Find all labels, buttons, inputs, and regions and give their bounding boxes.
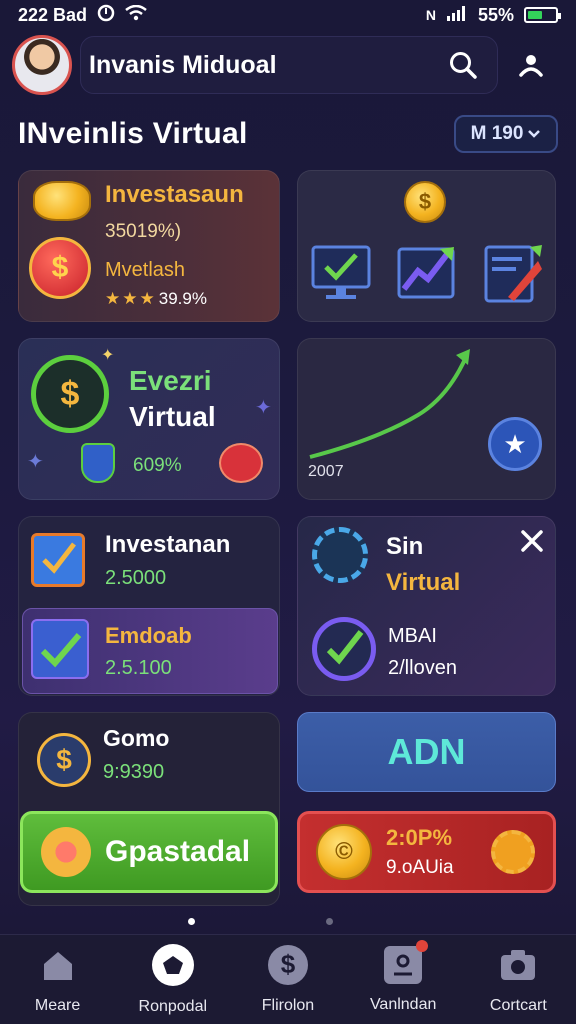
evezri-card[interactable]: $ ✦ Evezri Virtual ✦ ✦ 609%: [18, 338, 280, 500]
coin-icon: ©: [316, 824, 372, 880]
checklist-icon: [31, 619, 89, 679]
rating-value: 39.9%: [158, 289, 207, 308]
card-title: Investanan: [105, 531, 231, 558]
home-icon: [38, 945, 78, 985]
adn-label: ADN: [387, 731, 466, 772]
alarm-icon: [219, 443, 263, 483]
nav-label: Flirolon: [261, 996, 315, 1014]
dollar-coin-icon: $: [404, 181, 446, 223]
card-title: Emdoab: [105, 623, 192, 648]
star-badge-icon: ★: [488, 417, 542, 471]
sparkle-icon: ✦: [27, 451, 44, 473]
bottom-nav: Meare Ronpodal $ Flirolon Vanlndan Cortc…: [0, 934, 576, 1024]
title-row: INveinlis Virtual M 190: [18, 112, 558, 156]
gear-icon: [491, 830, 535, 874]
card-subtitle: Virtual: [129, 401, 216, 432]
sparkle-icon: ✦: [255, 397, 272, 419]
search-bar[interactable]: Invanis Miduoal: [80, 36, 498, 94]
card-title: Gomo: [103, 725, 170, 751]
battery-icon: [524, 7, 561, 23]
rating: ★ ★ ★ 39.9%: [105, 289, 207, 309]
chart-arrow-icon: [396, 241, 460, 310]
gear-icon: [41, 827, 91, 877]
card-value: 2/lloven: [388, 657, 457, 679]
star-icon: ★: [139, 289, 155, 308]
card-value: 35019%): [105, 221, 182, 242]
check-circle-icon: [312, 617, 376, 681]
page-title: INveinlis Virtual: [18, 117, 248, 150]
user-name: Invanis Miduoal: [89, 50, 277, 79]
notification-badge: [416, 939, 429, 952]
nav-item-cortcart[interactable]: Cortcart: [463, 945, 573, 1015]
emdoab-card[interactable]: Emdoab 2.5.100: [22, 608, 278, 694]
page-dot-active[interactable]: [188, 918, 195, 925]
page-dot[interactable]: [326, 918, 333, 925]
sparkle-icon: ✦: [101, 347, 115, 364]
nav-label: Ronpodal: [138, 997, 208, 1015]
promo-value: 9.oAUia: [386, 857, 454, 878]
nav-item-vanlndan[interactable]: Vanlndan: [348, 939, 458, 1014]
coin-stack-icon: [33, 181, 91, 221]
card-title: Investasaun: [105, 181, 244, 208]
gear-icon: [312, 527, 368, 583]
adn-button[interactable]: ADN: [297, 712, 556, 792]
close-icon[interactable]: [520, 529, 544, 558]
battery-percent: 55%: [477, 4, 514, 25]
account-icon: [384, 939, 429, 984]
shield-icon: [81, 443, 115, 483]
nav-item-ronpodal[interactable]: Ronpodal: [118, 943, 228, 1016]
dollar-magnifier-icon: $: [31, 355, 109, 433]
checklist-icon: [31, 533, 85, 587]
nav-item-flirolon[interactable]: $ Flirolon: [233, 944, 343, 1015]
gpastadal-button[interactable]: Gpastadal: [20, 811, 278, 893]
avatar[interactable]: [12, 35, 72, 95]
dollar-icon: $: [267, 944, 308, 985]
camera-icon: [498, 945, 538, 985]
sin-virtual-card[interactable]: Sin Virtual MBAI 2/lloven: [297, 516, 556, 696]
wifi-icon: [125, 4, 147, 26]
card-value: 609%: [133, 455, 182, 476]
promo-button[interactable]: © 2:0P% 9.oAUia: [297, 811, 556, 893]
nav-label: Cortcart: [489, 996, 547, 1014]
gpastadal-label: Gpastadal: [105, 835, 251, 868]
nav-item-home[interactable]: Meare: [3, 945, 113, 1015]
card-title: Evezri: [129, 365, 212, 396]
monitor-check-icon: [310, 243, 372, 310]
app-header: Invanis Miduoal: [12, 35, 564, 95]
star-icon: ★: [105, 289, 121, 308]
card-label: MBAI: [388, 625, 437, 647]
investment-card[interactable]: $ Investasaun 35019%) Mvetlash ★ ★ ★ 39.…: [18, 170, 280, 322]
search-icon[interactable]: [445, 47, 481, 83]
range-dropdown[interactable]: M 190: [454, 115, 558, 153]
promo-label: 2:0P%: [386, 825, 453, 850]
star-icon: ★: [122, 289, 138, 308]
nfc-icon: N: [425, 7, 436, 23]
pentagon-icon: [151, 943, 194, 986]
dollar-coin-icon: $: [29, 237, 91, 299]
status-time: 222 Bad: [18, 4, 88, 25]
chevron-down-icon: [527, 123, 541, 145]
card-value: 9:9390: [103, 761, 165, 783]
tools-card[interactable]: $: [297, 170, 556, 322]
signal-icon: [446, 5, 468, 26]
clock-icon: [97, 4, 115, 27]
card-value: 2.5.100: [105, 657, 172, 679]
dollar-target-icon: $: [37, 733, 91, 787]
report-icon: [482, 241, 544, 310]
dropdown-value: M 190: [470, 123, 524, 144]
card-title: Sin: [386, 533, 424, 560]
status-bar: 222 Bad N 55%: [0, 0, 576, 30]
card-subtitle: Virtual: [386, 569, 461, 596]
trend-label: 2007: [308, 463, 344, 480]
page-indicator: [0, 918, 576, 928]
trend-card[interactable]: 2007 ★: [297, 338, 556, 500]
nav-label: Vanlndan: [369, 995, 437, 1013]
card-label: Mvetlash: [105, 259, 186, 281]
card-value: 2.5000: [105, 567, 167, 589]
nav-label: Meare: [34, 996, 81, 1014]
profile-icon[interactable]: [513, 47, 549, 83]
